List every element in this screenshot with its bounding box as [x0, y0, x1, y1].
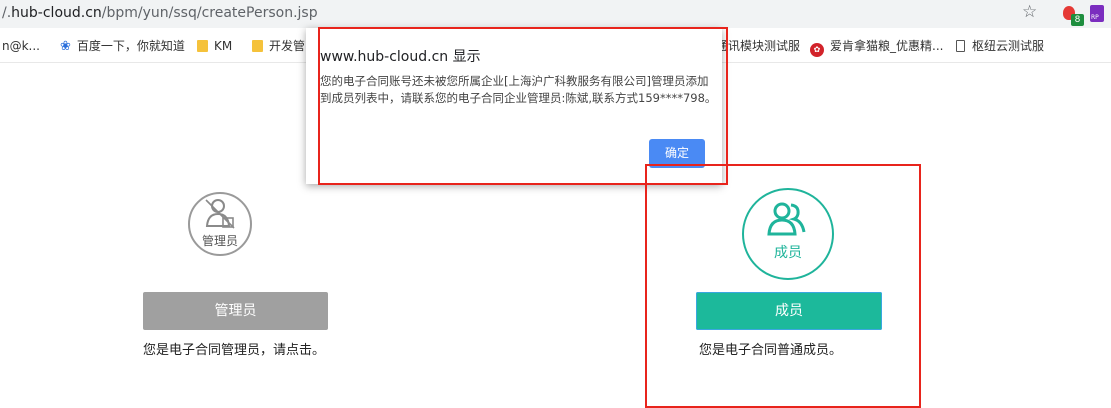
bookmark-label: 百度一下，你就知道 [76, 39, 185, 53]
admin-icon-label: 管理员 [201, 234, 238, 248]
bookmark-item[interactable]: ❀ 百度一下，你就知道 [60, 38, 185, 55]
extension-rp-label: RP [1091, 14, 1099, 21]
bookmark-label: 爱肯拿猫粮_优惠精... [830, 39, 944, 53]
page-icon [956, 40, 965, 52]
url-prefix: /. [2, 5, 12, 21]
bookmark-item[interactable]: 开发管 [252, 38, 305, 54]
folder-icon [197, 40, 208, 52]
admin-button[interactable]: 管理员 [143, 292, 328, 330]
bookmark-item[interactable]: n@k... [2, 38, 40, 54]
paw-icon: ❀ [60, 39, 71, 54]
annotation-box-member [645, 164, 921, 408]
annotation-box-dialog [318, 27, 728, 185]
bookmark-label: 枢纽云测试服 [972, 39, 1045, 53]
folder-icon [252, 40, 263, 52]
bookmark-label: KM [214, 39, 233, 53]
extension-icon[interactable]: 8 [1063, 4, 1085, 26]
bookmark-label: 通讯模块测试服 [716, 39, 801, 53]
bookmark-label: 开发管 [269, 39, 306, 53]
star-icon[interactable]: ☆ [1022, 2, 1037, 22]
url-text[interactable]: /.hub-cloud.cn/bpm/yun/ssq/createPerson.… [2, 3, 318, 23]
brand-icon: ✿ [810, 43, 824, 57]
bookmark-item[interactable]: KM [197, 38, 232, 54]
bookmark-item[interactable]: ✿ 爱肯拿猫粮_优惠精... [810, 38, 943, 57]
admin-person-icon [205, 199, 235, 229]
extension-rp-icon[interactable]: RP [1090, 5, 1104, 22]
admin-role-icon: 管理员 [188, 192, 252, 256]
bookmark-label: n@k... [2, 39, 40, 53]
bookmark-item[interactable]: 通讯模块测试服 [716, 38, 800, 54]
url-path: /bpm/yun/ssq/createPerson.jsp [101, 5, 318, 21]
address-bar[interactable]: /.hub-cloud.cn/bpm/yun/ssq/createPerson.… [0, 0, 1111, 28]
url-host: hub-cloud.cn [11, 5, 102, 21]
bookmark-item[interactable]: 枢纽云测试服 [956, 38, 1044, 54]
extension-badge: 8 [1071, 14, 1084, 26]
admin-description: 您是电子合同管理员，请点击。 [143, 343, 326, 358]
